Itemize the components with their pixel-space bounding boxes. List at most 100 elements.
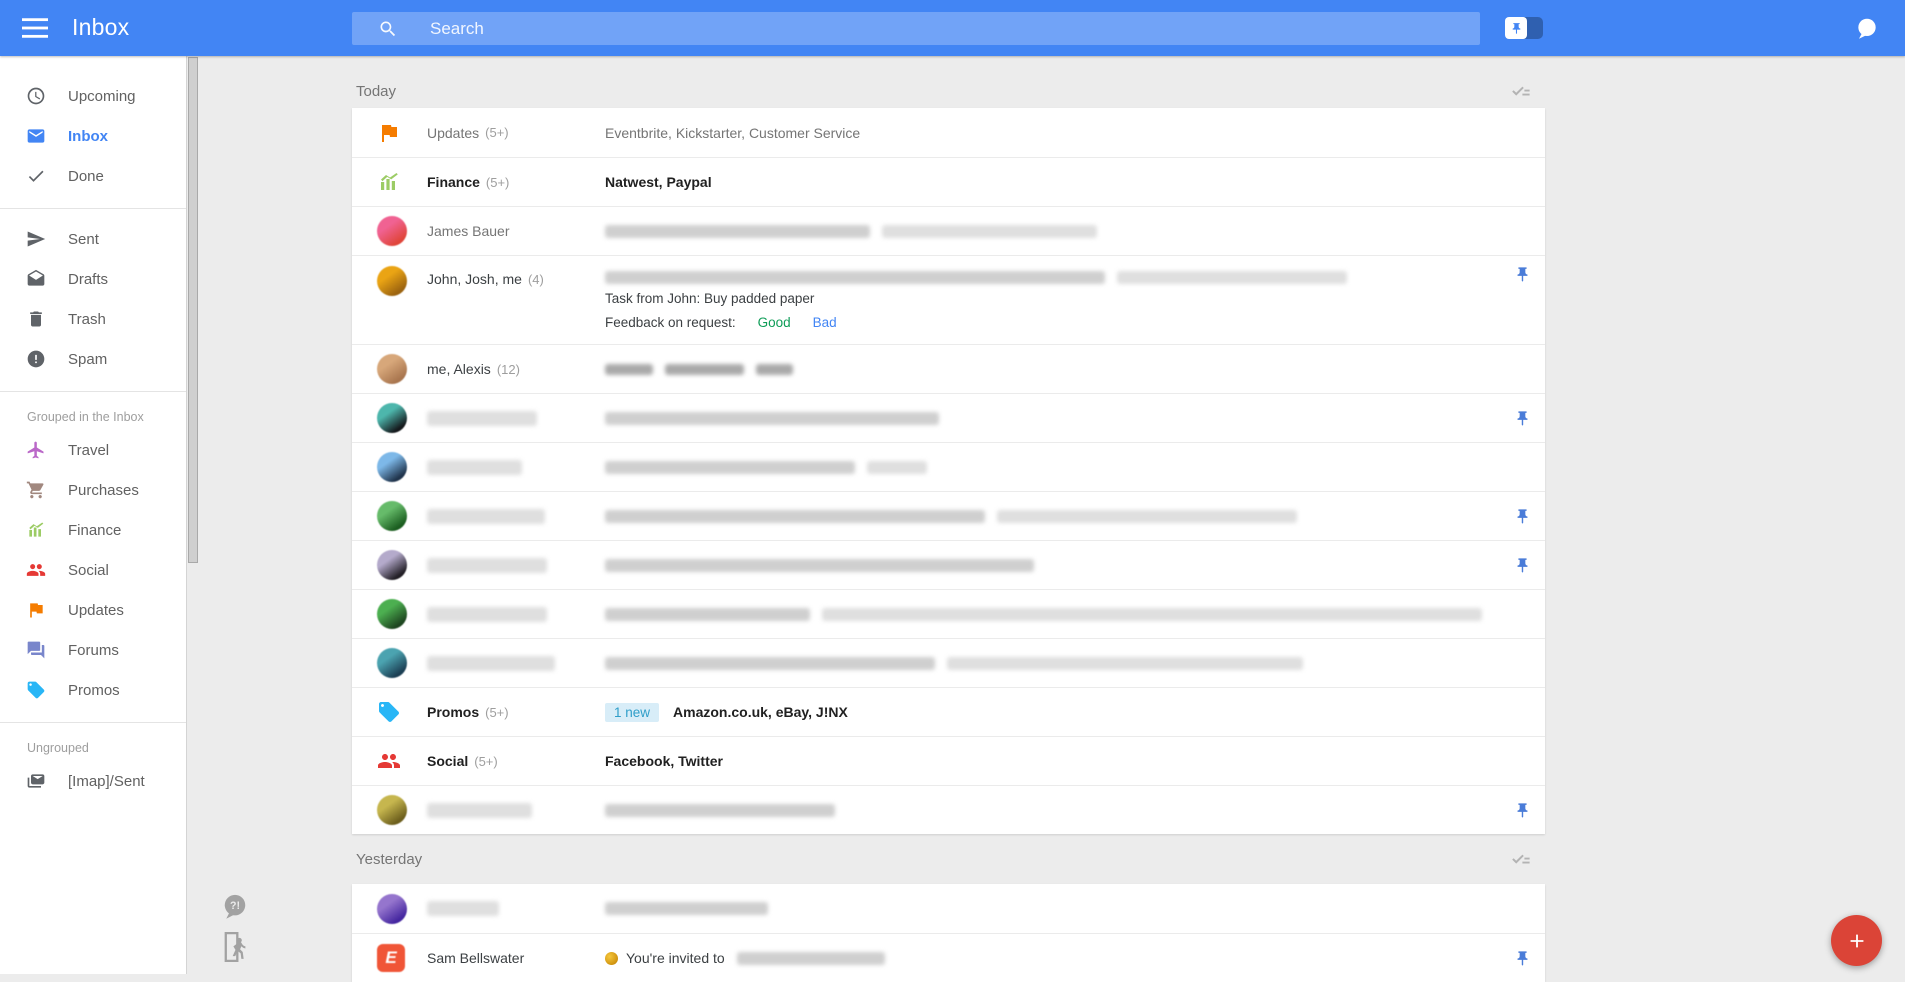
pushpin-icon[interactable] bbox=[1514, 508, 1531, 525]
sidebar-item-drafts[interactable]: Drafts bbox=[0, 259, 186, 299]
pushpin-icon[interactable] bbox=[1514, 557, 1531, 574]
sidebar-section: Sent Drafts Trash Spam bbox=[0, 208, 186, 385]
avatar-cell bbox=[352, 452, 427, 482]
flag-icon bbox=[25, 600, 47, 620]
sidebar-item-purchases[interactable]: Purchases bbox=[0, 470, 186, 510]
sidebar: Upcoming Inbox Done Sent Drafts Trash Sp… bbox=[0, 56, 186, 974]
sidebar-item-label: Forums bbox=[68, 641, 119, 659]
sender-name: John, Josh, me bbox=[427, 271, 522, 287]
redacted-text bbox=[947, 656, 1303, 670]
inbox-icon bbox=[25, 126, 47, 146]
avatar-cell bbox=[352, 403, 427, 433]
sidebar-scrollbar[interactable] bbox=[186, 56, 199, 974]
email-row[interactable]: Social (5+) Facebook, Twitter bbox=[352, 736, 1545, 785]
flag-icon bbox=[377, 121, 401, 145]
sidebar-item-travel[interactable]: Travel bbox=[0, 430, 186, 470]
sender-avatar bbox=[377, 893, 407, 924]
feedback-bad-link[interactable]: Bad bbox=[813, 313, 837, 332]
pushpin-icon[interactable] bbox=[1514, 802, 1531, 819]
sidebar-item-promos[interactable]: Promos bbox=[0, 670, 186, 710]
sidebar-item-spam[interactable]: Spam bbox=[0, 339, 186, 379]
plus-icon bbox=[1846, 930, 1868, 952]
email-row[interactable] bbox=[352, 540, 1545, 589]
forum-icon bbox=[25, 640, 47, 660]
sidebar-item-trash[interactable]: Trash bbox=[0, 299, 186, 339]
sidebar-item-inbox[interactable]: Inbox bbox=[0, 116, 186, 156]
sidebar-item-finance[interactable]: Finance bbox=[0, 510, 186, 550]
email-row[interactable]: me, Alexis (12) bbox=[352, 344, 1545, 393]
feedback-good-link[interactable]: Good bbox=[758, 313, 791, 332]
avatar-cell bbox=[352, 648, 427, 678]
tips-balloon-icon[interactable] bbox=[1854, 16, 1880, 42]
pushpin-icon[interactable] bbox=[1514, 410, 1531, 427]
email-row[interactable]: E Sam Bellswater You're invited to bbox=[352, 933, 1545, 982]
email-row[interactable]: James Bauer bbox=[352, 206, 1545, 255]
sender-logo-avatar: E bbox=[377, 944, 405, 972]
sidebar-item-label: Done bbox=[68, 167, 104, 185]
email-row[interactable]: Updates (5+) Eventbrite, Kickstarter, Cus… bbox=[352, 108, 1545, 157]
redacted-sender bbox=[427, 802, 532, 818]
sweep-done-icon[interactable] bbox=[1509, 79, 1533, 103]
sidebar-item-forums[interactable]: Forums bbox=[0, 630, 186, 670]
avatar-cell bbox=[352, 121, 427, 145]
email-row[interactable]: Promos (5+) 1 new Amazon.co.uk, eBay, J!NX bbox=[352, 687, 1545, 736]
sender-cell bbox=[427, 557, 605, 573]
thread-count: (5+) bbox=[485, 174, 510, 190]
redacted-text bbox=[867, 460, 927, 474]
spam-icon bbox=[25, 349, 47, 369]
redacted-text bbox=[665, 363, 744, 375]
email-row[interactable] bbox=[352, 442, 1545, 491]
redacted-text bbox=[605, 656, 935, 670]
compose-fab-button[interactable] bbox=[1831, 915, 1882, 966]
redacted-sender bbox=[427, 557, 547, 573]
people-icon bbox=[25, 560, 47, 580]
email-row[interactable] bbox=[352, 884, 1545, 933]
sidebar-item-updates[interactable]: Updates bbox=[0, 590, 186, 630]
sidebar-item-imap-sent[interactable]: [Imap]/Sent bbox=[0, 761, 186, 801]
sidebar-item-label: Purchases bbox=[68, 481, 139, 499]
exit-door-icon[interactable] bbox=[221, 932, 249, 962]
email-row[interactable] bbox=[352, 393, 1545, 442]
list-section-header: Today bbox=[352, 56, 1545, 108]
pushpin-icon[interactable] bbox=[1514, 266, 1531, 283]
sidebar-item-done[interactable]: Done bbox=[0, 156, 186, 196]
subject-cell bbox=[605, 558, 1497, 572]
flight-icon bbox=[25, 440, 47, 460]
redacted-text bbox=[605, 460, 855, 474]
email-row[interactable]: John, Josh, me (4) Task from John: Buy pa… bbox=[352, 255, 1545, 344]
search-bar[interactable] bbox=[352, 12, 1480, 45]
sidebar-item-sent[interactable]: Sent bbox=[0, 219, 186, 259]
search-input[interactable] bbox=[430, 18, 1480, 39]
email-row[interactable]: Finance (5+) Natwest, Paypal bbox=[352, 157, 1545, 206]
subject-cell: 1 new Amazon.co.uk, eBay, J!NX bbox=[605, 702, 1497, 722]
email-row[interactable] bbox=[352, 589, 1545, 638]
email-row[interactable] bbox=[352, 638, 1545, 687]
topbar: Inbox bbox=[0, 0, 1905, 56]
email-row[interactable] bbox=[352, 785, 1545, 834]
avatar-cell: E bbox=[352, 944, 427, 972]
redacted-text bbox=[736, 951, 885, 965]
redacted-sender bbox=[427, 655, 555, 671]
sender-avatar bbox=[377, 403, 407, 433]
menu-icon[interactable] bbox=[22, 17, 48, 39]
sender-name: Sam Bellswater bbox=[427, 950, 525, 966]
sender-name: me, Alexis bbox=[427, 361, 491, 377]
sweep-done-icon[interactable] bbox=[1509, 847, 1533, 871]
invitation-icon bbox=[605, 951, 618, 965]
email-row[interactable] bbox=[352, 491, 1545, 540]
sidebar-item-upcoming[interactable]: Upcoming bbox=[0, 76, 186, 116]
help-chat-icon[interactable]: ?! bbox=[220, 892, 250, 922]
subject-cell bbox=[605, 411, 1497, 425]
sender-cell: me, Alexis (12) bbox=[427, 361, 605, 377]
pin-toggle[interactable] bbox=[1505, 17, 1543, 39]
redacted-sender bbox=[427, 901, 499, 916]
pin-toggle-knob bbox=[1505, 17, 1527, 39]
sidebar-item-social[interactable]: Social bbox=[0, 550, 186, 590]
sender-cell: Social (5+) bbox=[427, 753, 605, 769]
sidebar-group-label: Ungrouped bbox=[27, 741, 89, 755]
pushpin-icon[interactable] bbox=[1514, 950, 1531, 967]
scrollbar-thumb[interactable] bbox=[188, 57, 198, 563]
thread-count: (5+) bbox=[474, 753, 498, 769]
email-card: E Sam Bellswater You're invited to bbox=[352, 884, 1545, 982]
subject-cell bbox=[605, 656, 1497, 670]
